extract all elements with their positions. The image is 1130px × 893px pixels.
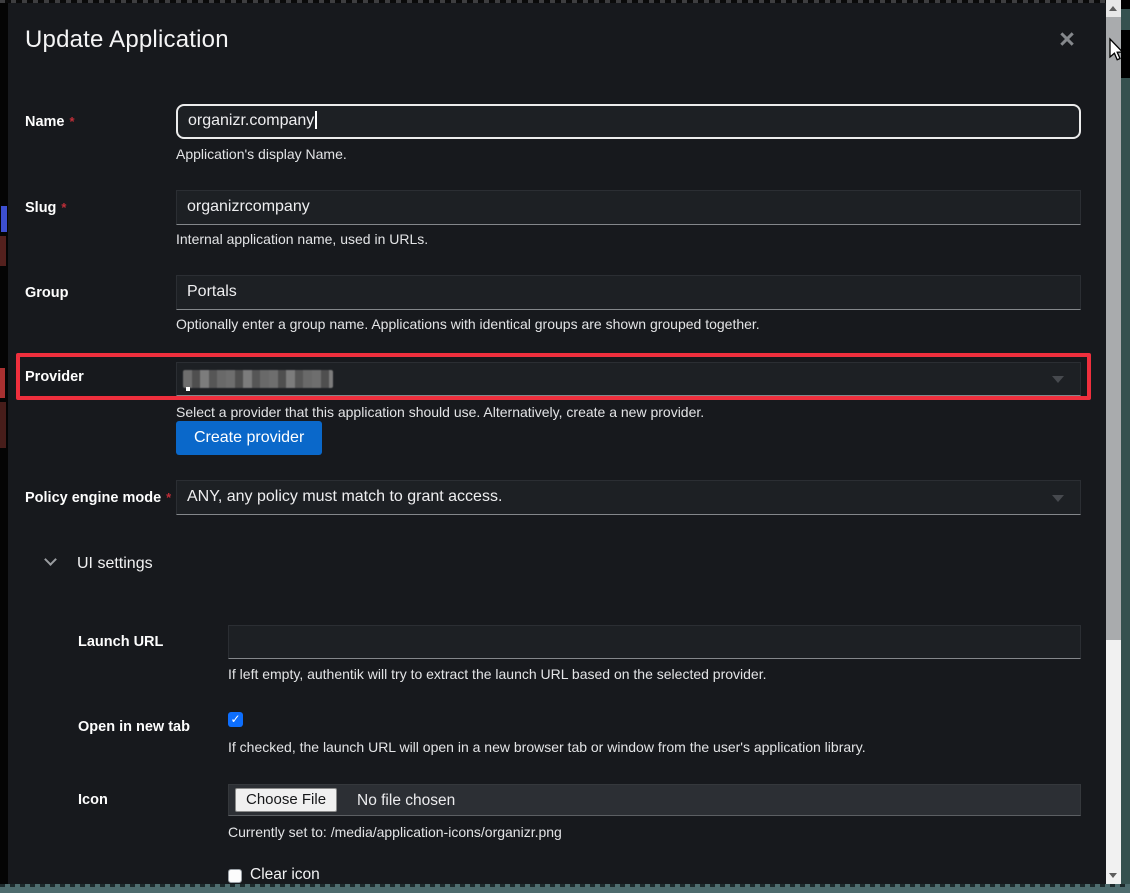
redacted-provider-value [183,370,333,388]
close-icon[interactable]: × [1052,24,1082,54]
clear-icon-checkbox[interactable] [228,869,242,883]
scrollbar[interactable] [1106,0,1121,884]
modal-title: Update Application [25,26,229,54]
icon-field-label: Icon [78,792,228,808]
launch-url-input[interactable] [228,625,1081,659]
ui-settings-section-toggle[interactable]: UI settings [36,553,157,581]
chevron-down-icon [1052,495,1064,502]
chevron-down-icon [1052,376,1064,383]
triangle-up-icon [1109,6,1117,11]
page-edge-artifact [1121,0,1130,9]
scrollbar-down-button[interactable] [1106,867,1121,884]
page-edge-right [1121,0,1130,893]
required-asterisk: * [166,490,171,505]
group-input[interactable]: Portals [176,275,1081,310]
open-in-new-tab-checkbox[interactable]: ✓ [228,712,243,727]
policy-engine-mode-select[interactable]: ANY, any policy must match to grant acce… [176,480,1081,515]
page-edge-bottom [0,884,1130,893]
name-field-label: Name* [25,114,175,130]
file-status-text: No file chosen [357,789,455,813]
check-icon: ✓ [230,712,240,726]
name-help-text: Application's display Name. [176,146,347,162]
slug-field-label: Slug* [25,200,175,216]
slug-input[interactable]: organizrcompany [176,190,1081,225]
page-edge-artifact [1,206,7,232]
provider-field-label: Provider [25,369,175,385]
page-edge-left [0,0,8,893]
page-edge-artifact [0,368,5,398]
create-provider-button[interactable]: Create provider [176,421,322,455]
provider-help-text: Select a provider that this application … [176,404,704,420]
choose-file-button[interactable]: Choose File [235,788,337,812]
page-edge-artifact [0,236,6,266]
open-in-new-tab-help-text: If checked, the launch URL will open in … [228,739,866,755]
required-asterisk: * [61,200,66,215]
policy-engine-mode-label: Policy engine mode* [25,490,175,506]
open-in-new-tab-label: Open in new tab [78,719,228,735]
scrollbar-thumb[interactable] [1106,17,1121,640]
redaction-artifact [186,387,190,391]
mouse-cursor-icon [1106,37,1124,63]
ui-settings-title: UI settings [77,555,153,573]
required-asterisk: * [70,114,75,129]
launch-url-label: Launch URL [78,634,228,650]
provider-select[interactable] [176,362,1081,396]
scrollbar-up-button[interactable] [1106,0,1121,17]
launch-url-help-text: If left empty, authentik will try to ext… [228,666,767,682]
text-caret [315,111,317,129]
chevron-down-icon [44,553,57,566]
page-edge-artifact [0,402,6,448]
group-help-text: Optionally enter a group name. Applicati… [176,316,760,332]
screenshot-root: Update Application × Name* organizr.comp… [0,0,1130,893]
icon-help-text: Currently set to: /media/application-ico… [228,824,562,840]
clear-icon-label: Clear icon [250,866,320,884]
icon-file-input[interactable]: Choose File No file chosen [228,784,1081,816]
name-input[interactable]: organizr.company [176,104,1081,139]
selection-ants-top [0,0,1106,3]
triangle-down-icon [1109,873,1117,878]
group-field-label: Group [25,285,175,301]
slug-help-text: Internal application name, used in URLs. [176,231,428,247]
